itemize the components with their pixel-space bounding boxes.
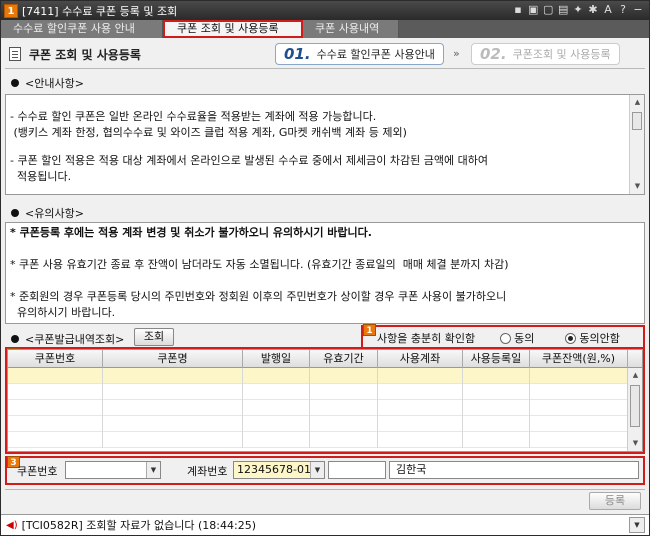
notice-line: * 준회원의 경우 쿠폰등록 당시의 주민번호와 정회원 이후의 주민번호가 상… bbox=[10, 290, 507, 303]
agree-label[interactable]: 동의 bbox=[514, 332, 534, 345]
guide-scrollbar[interactable]: ▲ ▼ bbox=[629, 95, 644, 194]
chevron-down-icon[interactable]: ▼ bbox=[630, 518, 644, 532]
agreement-text: 사항을 충분히 확인함 bbox=[377, 332, 476, 345]
agree-radio[interactable] bbox=[500, 333, 512, 344]
tab-coupon-history[interactable]: 쿠폰 사용내역 bbox=[303, 20, 399, 38]
help-icon[interactable]: ? bbox=[618, 3, 628, 16]
table-row[interactable] bbox=[8, 384, 642, 400]
scroll-up-icon[interactable]: ▲ bbox=[628, 368, 642, 383]
bullet-icon bbox=[11, 209, 19, 217]
notice-line: * 쿠폰등록 후에는 적용 계좌 변경 및 취소가 불가하오니 유의하시기 바랍… bbox=[10, 225, 624, 241]
scroll-down-icon[interactable]: ▼ bbox=[630, 179, 644, 194]
scroll-down-icon[interactable]: ▼ bbox=[628, 436, 642, 451]
notice-line: 유의하시기 바랍니다. bbox=[10, 306, 116, 319]
account-value: 12345678-01 bbox=[237, 463, 311, 476]
owner-name-value: 김한국 bbox=[396, 463, 427, 476]
asterisk-icon[interactable]: ✱ bbox=[588, 3, 598, 16]
notice-section-label: <유의사항> bbox=[11, 205, 84, 221]
pin-icon[interactable]: ▪ bbox=[513, 3, 523, 16]
guide-section-label: <안내사항> bbox=[11, 75, 84, 91]
badge-1: 1 bbox=[363, 324, 376, 336]
guide-textbox[interactable]: - 수수료 할인 쿠폰은 일반 온라인 수수료율을 적용받는 계좌에 적용 가능… bbox=[5, 94, 645, 195]
window-icon[interactable]: ▣ bbox=[528, 3, 538, 16]
step2-button[interactable]: 02. 쿠폰조회 및 사용등록 bbox=[471, 43, 620, 65]
tab-coupon-guide[interactable]: 수수료 할인쿠폰 사용 안내 bbox=[1, 20, 163, 38]
chevron-down-icon[interactable]: ▼ bbox=[146, 462, 160, 478]
table-row[interactable] bbox=[8, 432, 642, 448]
query-button[interactable]: 조회 bbox=[134, 328, 174, 346]
guide-line: (뱅키스 계좌 한정, 협의수수료 및 와이즈 클럽 적용 계좌, G마켓 캐쉬… bbox=[10, 126, 407, 139]
tab-bar: 수수료 할인쿠폰 사용 안내 쿠폰 조회 및 사용등록 쿠폰 사용내역 bbox=[1, 20, 649, 38]
owner-name-field: 김한국 bbox=[389, 461, 639, 479]
notice-line: * 쿠폰 사용 유효기간 종료 후 잔액이 남더라도 자동 소멸됩니다. (유효… bbox=[10, 258, 509, 271]
window-title: [7411] 수수료 쿠폰 등록 및 조회 bbox=[22, 4, 178, 18]
step1-label: 수수료 할인쿠폰 사용안내 bbox=[316, 48, 435, 61]
guide-line bbox=[10, 141, 624, 153]
status-bar: ◀) [TCI0582R] 조회할 자료가 없습니다 (18:44:25) ▼ bbox=[1, 514, 649, 535]
grid-header: 쿠폰번호 쿠폰명 발행일 유효기간 사용계좌 사용등록일 쿠폰잔액(원,%) bbox=[8, 350, 642, 368]
coupon-grid[interactable]: 쿠폰번호 쿠폰명 발행일 유효기간 사용계좌 사용등록일 쿠폰잔액(원,%) ▲… bbox=[7, 349, 643, 452]
col-register-date[interactable]: 사용등록일 bbox=[463, 350, 530, 368]
page-header: 쿠폰 조회 및 사용등록 01. 수수료 할인쿠폰 사용안내 » 02. 쿠폰조… bbox=[5, 41, 645, 67]
query-section-label: <쿠폰발급내역조회> bbox=[11, 331, 124, 347]
message-icon: ◀) bbox=[6, 519, 18, 531]
step-arrow-icon: » bbox=[453, 47, 460, 60]
guide-line: - 쿠폰 할인 적용은 적용 대상 계좌에서 온라인으로 발생된 수수료 중에서… bbox=[10, 154, 488, 167]
table-row[interactable] bbox=[8, 368, 642, 384]
notice-line-bold: * 쿠폰등록 후에는 적용 계좌 변경 및 취소가 불가하오니 유의하시기 바랍… bbox=[10, 226, 372, 239]
col-issue-date[interactable]: 발행일 bbox=[243, 350, 310, 368]
header-divider bbox=[5, 68, 645, 69]
title-icons: ▪ ▣ ▢ ▤ ✦ ✱ A ? − bbox=[513, 3, 643, 16]
tab-coupon-query[interactable]: 쿠폰 조회 및 사용등록 bbox=[163, 20, 303, 38]
disagree-radio[interactable] bbox=[565, 333, 577, 344]
agreement-row: 사항을 충분히 확인함 동의 동의안함 bbox=[377, 330, 620, 346]
coupon-no-select[interactable]: ▼ bbox=[65, 461, 161, 479]
col-account[interactable]: 사용계좌 bbox=[378, 350, 463, 368]
table-row[interactable] bbox=[8, 416, 642, 432]
step1-button[interactable]: 01. 수수료 할인쿠폰 사용안내 bbox=[275, 43, 444, 65]
table-row[interactable] bbox=[8, 400, 642, 416]
lock-icon[interactable]: ▤ bbox=[558, 3, 568, 16]
disagree-label[interactable]: 동의안함 bbox=[579, 332, 619, 345]
status-message: [TCI0582R] 조회할 자료가 없습니다 (18:44:25) bbox=[21, 519, 256, 532]
notice-label-text: <유의사항> bbox=[25, 207, 84, 220]
document-icon bbox=[9, 47, 21, 61]
coupon-no-label: 쿠폰번호 bbox=[17, 465, 58, 478]
bullet-icon bbox=[11, 335, 19, 343]
grid-scrollbar[interactable]: ▲ ▼ bbox=[627, 368, 642, 451]
scroll-thumb[interactable] bbox=[632, 112, 642, 130]
status-dropdown[interactable]: ▼ bbox=[629, 517, 645, 533]
guide-line: 적용됩니다. bbox=[10, 170, 72, 183]
page-title: 쿠폰 조회 및 사용등록 bbox=[29, 47, 141, 62]
account-select[interactable]: 12345678-01 ▼ bbox=[233, 461, 325, 479]
guide-line: - 수수료 할인 쿠폰은 일반 온라인 수수료율을 적용받는 계좌에 적용 가능… bbox=[10, 110, 377, 123]
query-label-text: <쿠폰발급내역조회> bbox=[25, 333, 125, 346]
scroll-thumb[interactable] bbox=[630, 385, 640, 427]
col-coupon-no[interactable]: 쿠폰번호 bbox=[8, 350, 103, 368]
footer-divider bbox=[5, 489, 645, 490]
link-icon[interactable]: ✦ bbox=[573, 3, 583, 16]
close-icon[interactable]: − bbox=[633, 3, 643, 16]
col-balance[interactable]: 쿠폰잔액(원,%) bbox=[530, 350, 628, 368]
window-number-badge: 1 bbox=[4, 3, 18, 18]
scroll-up-icon[interactable]: ▲ bbox=[630, 95, 644, 110]
col-coupon-name[interactable]: 쿠폰명 bbox=[103, 350, 243, 368]
bullet-icon bbox=[11, 79, 19, 87]
font-icon[interactable]: A bbox=[603, 3, 613, 16]
chevron-down-icon[interactable]: ▼ bbox=[310, 462, 324, 478]
box-icon[interactable]: ▢ bbox=[543, 3, 553, 16]
title-bar: 1 [7411] 수수료 쿠폰 등록 및 조회 ▪ ▣ ▢ ▤ ✦ ✱ A ? … bbox=[1, 1, 649, 20]
col-valid-period[interactable]: 유효기간 bbox=[310, 350, 378, 368]
grid-body bbox=[8, 368, 642, 448]
account-label: 계좌번호 bbox=[187, 465, 228, 478]
notice-textbox[interactable]: * 쿠폰등록 후에는 적용 계좌 변경 및 취소가 불가하오니 유의하시기 바랍… bbox=[5, 222, 645, 324]
step1-number: 01. bbox=[284, 45, 311, 63]
password-input[interactable] bbox=[328, 461, 386, 479]
step2-number: 02. bbox=[480, 45, 507, 63]
step2-label: 쿠폰조회 및 사용등록 bbox=[512, 48, 611, 61]
guide-label-text: <안내사항> bbox=[25, 77, 84, 90]
register-button[interactable]: 등록 bbox=[589, 492, 641, 510]
main-window: 1 [7411] 수수료 쿠폰 등록 및 조회 ▪ ▣ ▢ ▤ ✦ ✱ A ? … bbox=[0, 0, 650, 536]
